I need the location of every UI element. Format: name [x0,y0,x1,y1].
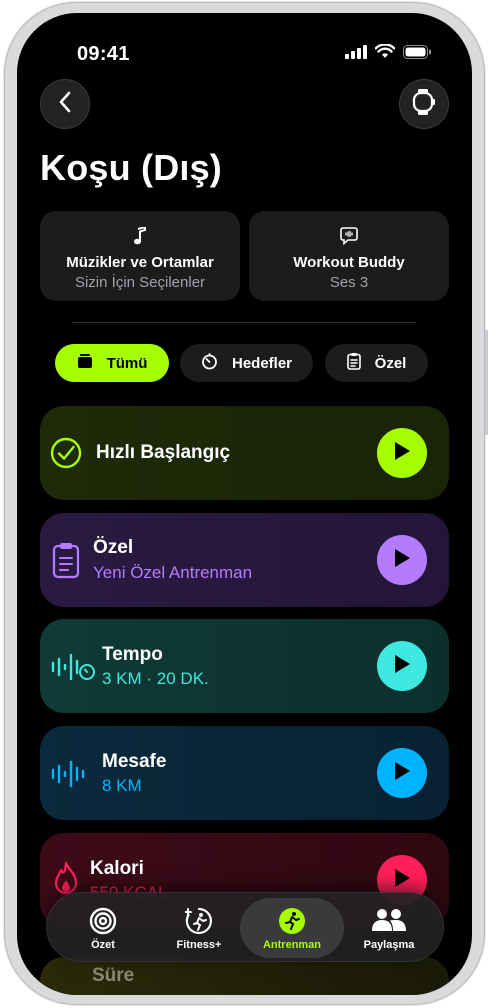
running-figure-icon [278,907,306,938]
speech-bubble-waveform-icon [340,227,358,249]
wifi-icon [374,43,396,64]
workout-custom[interactable]: Özel Yeni Özel Antrenman [40,513,449,607]
play-button[interactable] [377,535,427,585]
card-subtitle: Ses 3 [329,274,369,291]
divider [72,322,416,323]
play-icon [393,868,411,893]
card-title: Müzikler ve Ortamlar [66,254,214,271]
filter-all[interactable]: Tümü [55,344,169,382]
tab-label: Paylaşma [363,939,415,951]
tab-summary[interactable]: Özet [51,898,155,958]
workout-distance[interactable]: Mesafe 8 KM [40,726,449,820]
play-button[interactable] [377,641,427,691]
tab-label: Özet [91,939,115,951]
tempo-pace-icon [50,651,98,688]
filter-goals[interactable]: Hedefler [180,344,313,382]
cellular-signal-icon [345,44,367,64]
apple-watch-icon [412,88,436,120]
play-icon [393,761,411,786]
distance-waveform-icon [50,758,90,795]
page-title: Koşu (Dış) [40,147,222,188]
stack-icon [77,353,93,373]
workout-title: Süre [92,965,135,986]
tab-fitness-plus[interactable]: Fitness+ [147,898,251,958]
play-icon [393,548,411,573]
play-icon [393,441,411,466]
watch-button[interactable] [399,79,449,129]
clipboard-icon [346,352,361,374]
workout-title: Tempo [102,644,163,665]
workout-quick-start[interactable]: Hızlı Başlangıç [40,406,449,500]
checkmark-circle-icon [50,437,82,474]
filter-label: Tümü [106,354,148,372]
play-button[interactable] [377,748,427,798]
phone-side-button [485,330,488,435]
timer-icon [201,352,218,374]
workout-subtitle: Yeni Özel Antrenman [93,563,253,582]
tab-sharing[interactable]: Paylaşma [337,898,441,958]
filter-label: Hedefler [231,354,293,372]
filter-custom[interactable]: Özel [325,344,428,382]
music-and-ambience-card[interactable]: Müzikler ve Ortamlar Sizin İçin Seçilenl… [40,211,240,301]
workout-title: Kalori [90,858,144,879]
activity-rings-icon [89,907,117,938]
workout-subtitle: 8 KM [102,776,142,795]
chevron-left-icon [58,91,72,118]
tab-workout[interactable]: Antrenman [240,898,344,958]
status-icons [345,43,432,64]
workout-subtitle: 3 KM · 20 DK. [102,669,209,688]
card-title: Workout Buddy [293,254,405,271]
people-icon [372,907,406,936]
screen: 09:41 Koşu (Dış) Müzikler ve Ortamlar Si… [17,13,472,995]
play-button[interactable] [377,428,427,478]
tab-bar: Özet Fitness+ Antrenman Paylaşma [46,892,444,962]
clipboard-icon [52,541,80,584]
workout-title: Hızlı Başlangıç [96,442,231,463]
workout-title: Mesafe [102,751,167,772]
fitness-plus-icon [184,907,213,938]
battery-icon [403,44,432,64]
filter-label: Özel [374,354,407,372]
workout-buddy-card[interactable]: Workout Buddy Ses 3 [249,211,449,301]
tab-label: Antrenman [262,939,322,951]
workout-title: Özel [93,537,134,558]
status-time: 09:41 [77,43,130,65]
tab-label: Fitness+ [176,939,222,951]
music-note-icon [133,225,147,249]
back-button[interactable] [40,79,90,129]
card-subtitle: Sizin İçin Seçilenler [74,274,206,291]
play-icon [393,654,411,679]
workout-tempo[interactable]: Tempo 3 KM · 20 DK. [40,619,449,713]
